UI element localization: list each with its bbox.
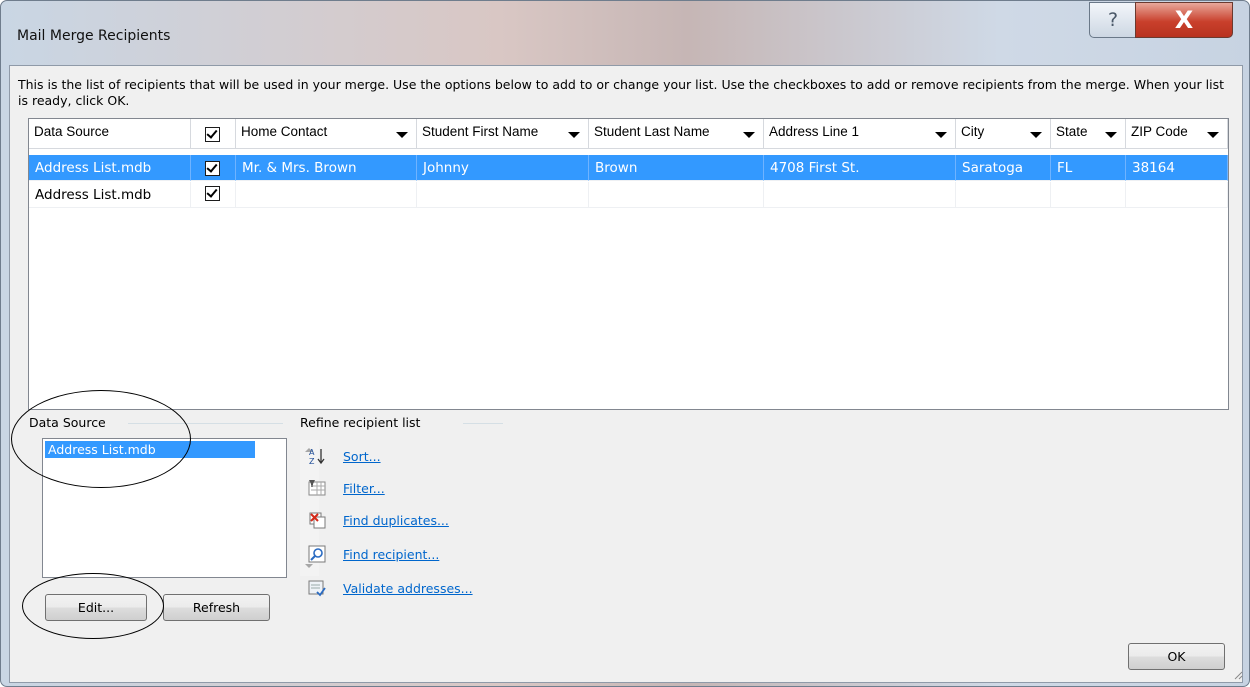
find-duplicates-link[interactable]: Find duplicates...: [343, 513, 449, 528]
cell-first-name: [417, 182, 589, 208]
section-divider: [463, 423, 503, 424]
cell-first-name: Johnny: [417, 155, 589, 181]
scroll-down-icon[interactable]: [305, 564, 313, 568]
close-button[interactable]: X: [1135, 2, 1233, 38]
cell-city: [956, 182, 1051, 208]
ok-button[interactable]: OK: [1128, 643, 1225, 670]
find-recipient-link[interactable]: Find recipient...: [343, 547, 439, 562]
dropdown-arrow-icon[interactable]: [1207, 132, 1219, 138]
dropdown-arrow-icon[interactable]: [1105, 132, 1117, 138]
column-header-data-source[interactable]: Data Source: [29, 119, 191, 149]
table-row[interactable]: Address List.mdb: [29, 182, 1228, 208]
window-title: Mail Merge Recipients: [17, 28, 171, 44]
edit-button[interactable]: Edit...: [45, 594, 147, 621]
filter-link[interactable]: Filter...: [343, 481, 385, 496]
help-button[interactable]: ?: [1089, 2, 1137, 38]
dialog-window: Mail Merge Recipients ? X This is the li…: [0, 0, 1250, 687]
data-source-section-label: Data Source: [29, 415, 106, 430]
dropdown-arrow-icon[interactable]: [568, 132, 580, 138]
cell-home-contact: Mr. & Mrs. Brown: [236, 155, 417, 181]
recipient-grid[interactable]: Data Source Home Contact Student First N…: [28, 118, 1229, 410]
resize-grip-icon[interactable]: [1233, 670, 1243, 680]
cell-zip: [1126, 182, 1228, 208]
cell-data-source: Address List.mdb: [29, 182, 191, 208]
dropdown-arrow-icon[interactable]: [935, 132, 947, 138]
cell-zip: 38164: [1126, 155, 1228, 181]
close-icon: X: [1174, 6, 1194, 34]
cell-data-source: Address List.mdb: [29, 155, 191, 181]
title-bar[interactable]: Mail Merge Recipients: [1, 1, 1249, 63]
cell-last-name: [589, 182, 764, 208]
find-recipient-icon: [308, 545, 326, 563]
table-row[interactable]: Address List.mdb Mr. & Mrs. Brown Johnny…: [29, 155, 1228, 181]
cell-address-line-1: 4708 First St.: [764, 155, 956, 181]
cell-checkbox: [191, 155, 236, 181]
instructions-text: This is the list of recipients that will…: [18, 77, 1225, 108]
svg-text:A: A: [309, 448, 315, 457]
section-divider: [128, 423, 283, 424]
find-duplicates-icon: [309, 512, 326, 529]
validate-addresses-link[interactable]: Validate addresses...: [343, 581, 473, 596]
select-all-checkbox[interactable]: [205, 127, 220, 142]
dropdown-arrow-icon[interactable]: [743, 132, 755, 138]
column-header-city[interactable]: City: [956, 119, 1051, 149]
column-header-select-all[interactable]: [191, 119, 236, 149]
cell-state: FL: [1051, 155, 1126, 181]
column-header-student-first-name[interactable]: Student First Name: [417, 119, 589, 149]
help-icon: ?: [1107, 9, 1119, 31]
cell-address-line-1: [764, 182, 956, 208]
column-header-state[interactable]: State: [1051, 119, 1126, 149]
refresh-button[interactable]: Refresh: [163, 594, 270, 621]
cell-last-name: Brown: [589, 155, 764, 181]
validate-addresses-icon: [308, 580, 326, 597]
cell-city: Saratoga: [956, 155, 1051, 181]
column-header-student-last-name[interactable]: Student Last Name: [589, 119, 764, 149]
row-include-checkbox[interactable]: [205, 186, 220, 201]
cell-state: [1051, 182, 1126, 208]
row-include-checkbox[interactable]: [205, 161, 220, 176]
data-source-list-item[interactable]: Address List.mdb: [45, 441, 255, 458]
sort-az-icon: A Z: [309, 448, 325, 465]
refine-section-label: Refine recipient list: [300, 415, 421, 430]
filter-icon: [308, 480, 326, 496]
column-header-zip-code[interactable]: ZIP Code: [1126, 119, 1228, 149]
sort-link[interactable]: Sort...: [343, 449, 381, 464]
column-header-home-contact[interactable]: Home Contact: [236, 119, 417, 149]
dropdown-arrow-icon[interactable]: [396, 132, 408, 138]
cell-home-contact: [236, 182, 417, 208]
svg-text:Z: Z: [309, 457, 315, 465]
cell-checkbox: [191, 182, 236, 208]
column-header-address-line-1[interactable]: Address Line 1: [764, 119, 956, 149]
dropdown-arrow-icon[interactable]: [1030, 132, 1042, 138]
data-source-listbox[interactable]: Address List.mdb: [42, 438, 319, 578]
